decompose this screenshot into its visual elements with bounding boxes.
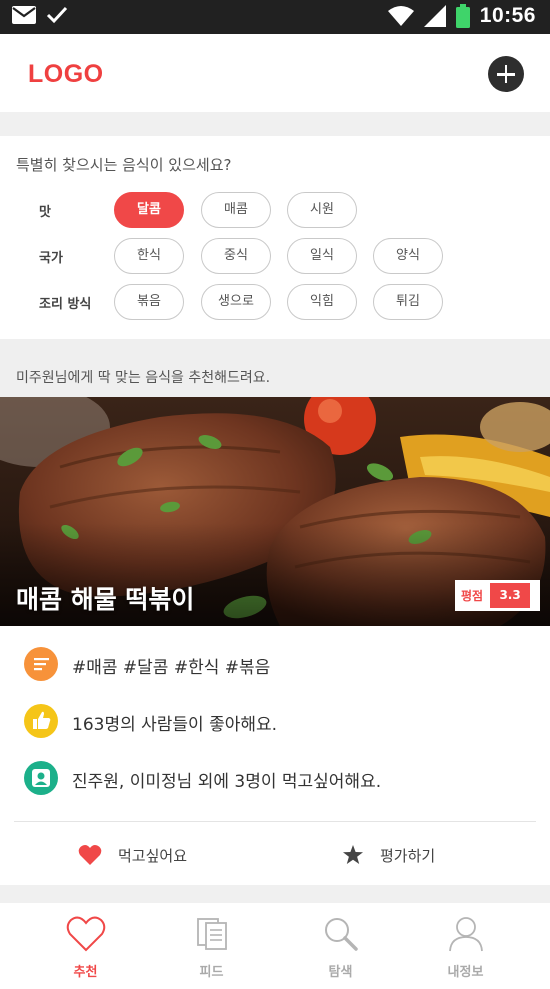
food-card[interactable]: 매콤 해물 떡볶이 평점 3.3 #매콤 #달콤 #한식 #볶음 163명의 사… — [0, 397, 550, 885]
tab-label: 탐색 — [328, 965, 353, 980]
rate-button[interactable]: 평가하기 — [342, 841, 435, 869]
tab-label: 내정보 — [447, 965, 484, 980]
chip-country-chinese[interactable]: 중식 — [201, 238, 271, 274]
tab-label: 추천 — [73, 965, 98, 980]
want-to-eat-label: 먹고싶어요 — [118, 846, 188, 865]
wants-row: 진주원, 이미정님 외에 3명이 먹고싶어해요. — [0, 758, 550, 798]
filter-question: 특별히 찾으시는 음식이 있으세요? — [16, 156, 232, 174]
mail-icon — [12, 6, 36, 24]
chip-cook-raw[interactable]: 생으로 — [201, 284, 271, 320]
likes-row: 163명의 사람들이 좋아해요. — [0, 701, 550, 741]
tags-row: #매콤 #달콤 #한식 #볶음 — [0, 644, 550, 684]
filter-label: 조리 방식 — [39, 297, 92, 312]
want-to-eat-button[interactable]: 먹고싶어요 — [78, 841, 187, 869]
signal-icon — [423, 5, 446, 27]
food-image[interactable]: 매콤 해물 떡볶이 평점 3.3 — [0, 397, 550, 626]
thumbs-up-icon — [24, 704, 58, 738]
person-icon — [24, 761, 58, 795]
food-name: 매콤 해물 떡볶이 — [16, 585, 195, 614]
chip-country-western[interactable]: 양식 — [373, 238, 443, 274]
heart-icon — [78, 845, 102, 865]
chip-taste-cool[interactable]: 시원 — [287, 192, 357, 228]
search-icon — [325, 918, 358, 951]
filter-row-taste: 맛 달콤 매콤 시원 — [0, 192, 550, 228]
rating-label: 평점 — [461, 589, 484, 603]
chip-taste-sweet[interactable]: 달콤 — [114, 192, 184, 228]
check-icon — [46, 6, 68, 24]
add-button[interactable] — [488, 56, 524, 92]
list-icon — [24, 647, 58, 681]
filter-row-cooking: 조리 방식 볶음 생으로 익힘 튀김 — [0, 284, 550, 320]
tab-label: 피드 — [199, 965, 224, 980]
recommendation-header: 미주원님에게 딱 맞는 음식을 추천해드려요. — [0, 339, 550, 397]
likes-text: 163명의 사람들이 좋아해요. — [72, 715, 278, 735]
tab-feed[interactable]: 피드 — [143, 903, 280, 989]
chip-cook-cooked[interactable]: 익힘 — [287, 284, 357, 320]
heart-outline-icon — [66, 916, 106, 952]
chip-country-korean[interactable]: 한식 — [114, 238, 184, 274]
app-logo[interactable]: LOGO — [28, 60, 104, 89]
rating-badge: 평점 3.3 — [455, 580, 540, 611]
wifi-icon — [387, 6, 414, 26]
rate-label: 평가하기 — [380, 846, 436, 865]
divider — [14, 821, 536, 822]
tab-explore[interactable]: 탐색 — [272, 903, 409, 989]
star-icon — [343, 845, 363, 864]
status-time: 10:56 — [479, 4, 536, 27]
filter-row-country: 국가 한식 중식 일식 양식 — [0, 238, 550, 274]
app-header: LOGO — [0, 34, 550, 112]
status-bar: 10:56 — [0, 0, 550, 34]
recommendation-title: 미주원님에게 딱 맞는 음식을 추천해드려요. — [16, 370, 271, 386]
chip-cook-fried[interactable]: 튀김 — [373, 284, 443, 320]
documents-icon — [197, 918, 227, 950]
food-tags[interactable]: #매콤 #달콤 #한식 #볶음 — [72, 653, 270, 678]
filter-card: 특별히 찾으시는 음식이 있으세요? 맛 달콤 매콤 시원 국가 한식 중식 일… — [0, 136, 550, 339]
chip-country-japanese[interactable]: 일식 — [287, 238, 357, 274]
wants-text: 진주원, 이미정님 외에 3명이 먹고싶어해요. — [72, 772, 382, 792]
tab-recommend[interactable]: 추천 — [17, 903, 154, 989]
filter-label: 국가 — [39, 251, 63, 266]
filter-label: 맛 — [39, 205, 51, 220]
bottom-tab-bar: 추천 피드 탐색 내정보 — [0, 903, 550, 989]
chip-cook-stirfry[interactable]: 볶음 — [114, 284, 184, 320]
rating-value: 3.3 — [490, 583, 531, 608]
chip-taste-spicy[interactable]: 매콤 — [201, 192, 271, 228]
person-outline-icon — [449, 917, 483, 952]
tab-my-info[interactable]: 내정보 — [397, 903, 534, 989]
battery-icon — [455, 4, 470, 28]
